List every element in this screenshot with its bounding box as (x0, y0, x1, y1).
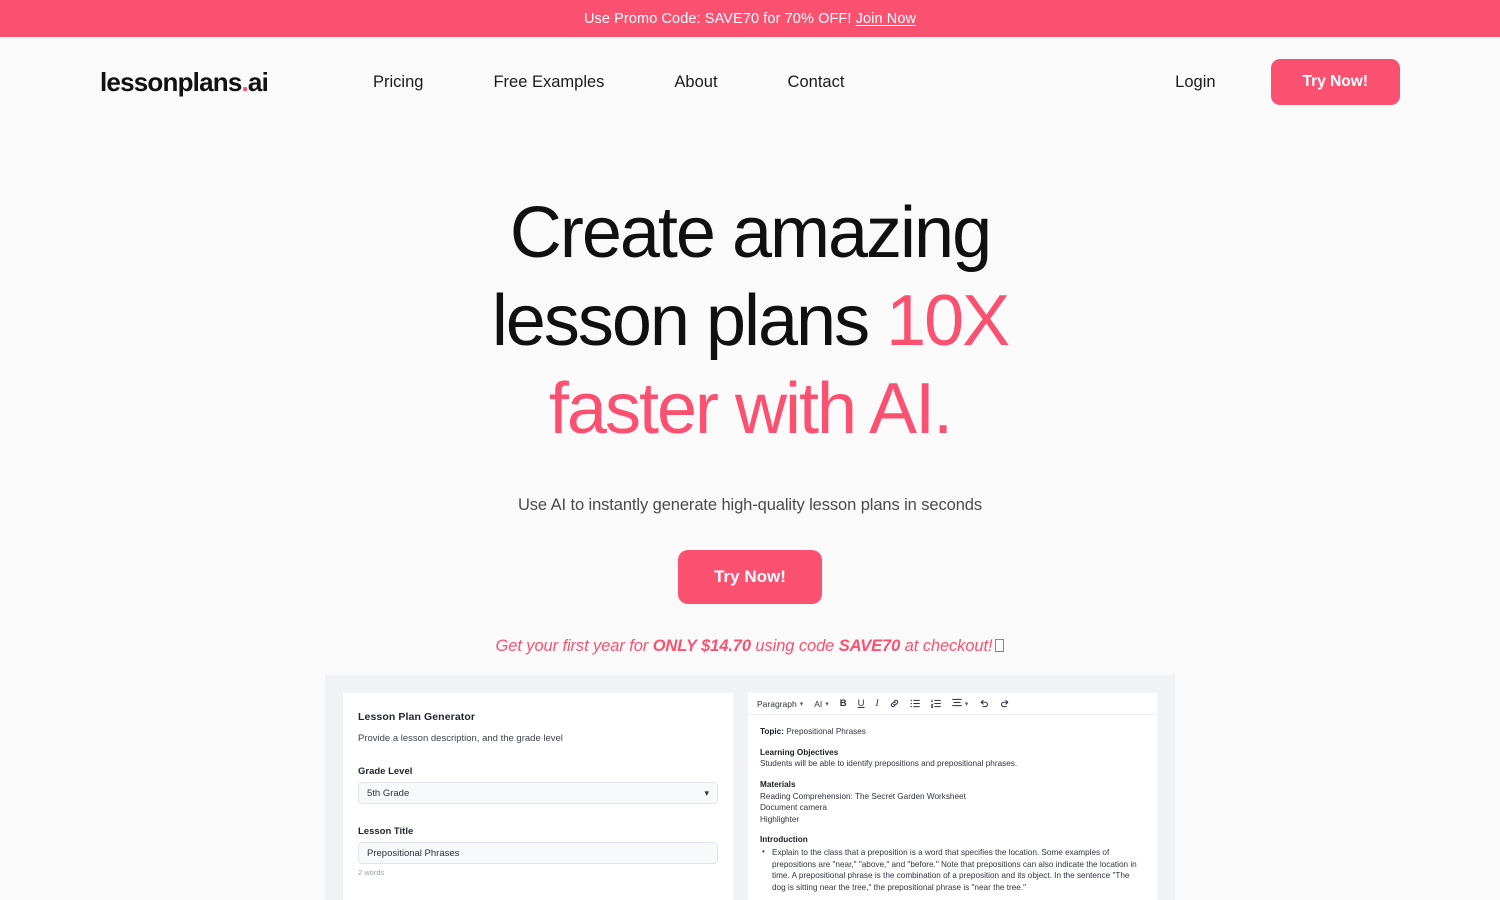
grade-level-value: 5th Grade (367, 787, 410, 799)
text-align-dropdown[interactable]: ▾ (951, 698, 969, 710)
lesson-title-value: Prepositional Phrases (367, 847, 460, 859)
align-icon (951, 698, 962, 710)
doc-section-line: Reading Comprehension: The Secret Garden… (760, 791, 966, 801)
italic-button[interactable]: I (876, 699, 879, 709)
generator-title: Lesson Plan Generator (358, 711, 476, 723)
promo-note-part-3: at checkout! (900, 637, 993, 655)
doc-section-heading: Materials (760, 779, 796, 789)
promo-banner-text: Use Promo Code: SAVE70 for 70% OFF! (583, 10, 856, 27)
doc-section-heading: Learning Objectives (760, 747, 839, 757)
hero-headline-line-2: lesson plans (491, 281, 887, 361)
nav-link-pricing[interactable]: Pricing (373, 65, 423, 100)
promo-note-price: ONLY $14.70 (652, 637, 751, 655)
generator-description: Provide a lesson description, and the gr… (358, 733, 563, 744)
nav-link-free-examples[interactable]: Free Examples (493, 65, 604, 100)
redo-icon[interactable] (1000, 699, 1010, 708)
hero-section: Create amazing lesson plans 10X faster w… (0, 127, 1500, 656)
promo-join-now-link[interactable]: Join Now (856, 11, 916, 27)
logo-text: lessonplans (100, 66, 242, 97)
lesson-title-label: Lesson Title (358, 826, 414, 837)
hero-headline-line-1: Create amazing (509, 193, 992, 273)
doc-section-heading: Introduction (760, 835, 808, 845)
doc-topic-value: Prepositional Phrases (783, 727, 866, 736)
undo-icon[interactable] (979, 699, 989, 708)
site-logo[interactable]: lessonplans.ai (100, 66, 269, 98)
paragraph-style-label: Paragraph (757, 698, 797, 709)
underline-button[interactable]: U (858, 698, 865, 709)
grade-level-label: Grade Level (358, 766, 413, 777)
login-link[interactable]: Login (1175, 73, 1215, 92)
nav-try-now-button[interactable]: Try Now! (1270, 59, 1400, 105)
nav-actions: Login Try Now! (1175, 59, 1400, 105)
chevron-down-icon: ▾ (704, 787, 709, 798)
ai-dropdown-label: AI (814, 698, 823, 709)
paragraph-style-dropdown[interactable]: Paragraph ▾ (757, 699, 803, 709)
promo-banner: Use Promo Code: SAVE70 for 70% OFF! Join… (0, 0, 1500, 37)
link-icon[interactable] (890, 699, 899, 708)
bold-button[interactable]: B (840, 698, 847, 709)
doc-section-introduction: Introduction Explain to the class that a… (760, 834, 1145, 893)
main-navigation: lessonplans.ai Pricing Free Examples Abo… (0, 37, 1500, 127)
doc-bullet-item: Explain to the class that a preposition … (760, 846, 1145, 894)
nav-links: Pricing Free Examples About Contact (373, 65, 844, 100)
promo-note-part-2: using code (750, 637, 839, 655)
doc-section-line: Highlighter (760, 814, 800, 824)
doc-section-materials: Materials Reading Comprehension: The Sec… (760, 779, 1145, 826)
editor-toolbar: Paragraph ▾ AI ▾ B U I ▾ (748, 693, 1157, 715)
promo-note-part-1: Get your first year for (495, 637, 653, 655)
hero-promo-note: Get your first year for ONLY $14.70 usin… (0, 637, 1500, 656)
chevron-down-icon: ▾ (799, 700, 804, 708)
promo-note-code: SAVE70 (838, 637, 901, 655)
doc-section-line: Document camera (760, 803, 827, 813)
doc-bullet-list: Explain to the class that a preposition … (760, 846, 1145, 894)
grade-level-select[interactable]: 5th Grade ▾ (358, 782, 718, 804)
chevron-down-icon: ▾ (964, 700, 969, 708)
bulleted-list-icon[interactable] (910, 699, 920, 708)
numbered-list-icon[interactable] (930, 699, 941, 708)
hero-subheading: Use AI to instantly generate high-qualit… (517, 496, 983, 514)
product-screenshot: Lesson Plan Generator Provide a lesson d… (325, 675, 1175, 900)
hero-headline-accent-10x: 10X (886, 281, 1010, 361)
hero-headline: Create amazing lesson plans 10X faster w… (370, 189, 1130, 453)
lesson-plan-generator-panel: Lesson Plan Generator Provide a lesson d… (343, 693, 733, 900)
hero-cta-wrapper: Try Now! (0, 550, 1500, 604)
chevron-down-icon: ▾ (825, 700, 829, 708)
logo-suffix: ai (247, 66, 269, 97)
nav-link-contact[interactable]: Contact (788, 65, 845, 100)
doc-topic-label: Topic: (760, 727, 784, 736)
hero-try-now-button[interactable]: Try Now! (678, 550, 822, 604)
lesson-plan-document[interactable]: Topic: Prepositional Phrases Learning Ob… (748, 715, 1157, 900)
missing-glyph-icon (995, 639, 1005, 652)
lesson-title-word-count: 2 words (358, 868, 385, 877)
lesson-plan-editor-panel: Paragraph ▾ AI ▾ B U I ▾ Topic: Preposit… (748, 693, 1157, 900)
hero-headline-line-3: faster with AI. (548, 369, 953, 449)
lesson-title-input[interactable]: Prepositional Phrases (358, 842, 718, 864)
doc-section-line: Students will be able to identify prepos… (760, 759, 1018, 769)
ai-dropdown[interactable]: AI ▾ (814, 699, 829, 709)
nav-link-about[interactable]: About (674, 65, 717, 100)
doc-topic-line: Topic: Prepositional Phrases (760, 726, 1145, 738)
doc-section-learning-objectives: Learning Objectives Students will be abl… (760, 747, 1145, 770)
